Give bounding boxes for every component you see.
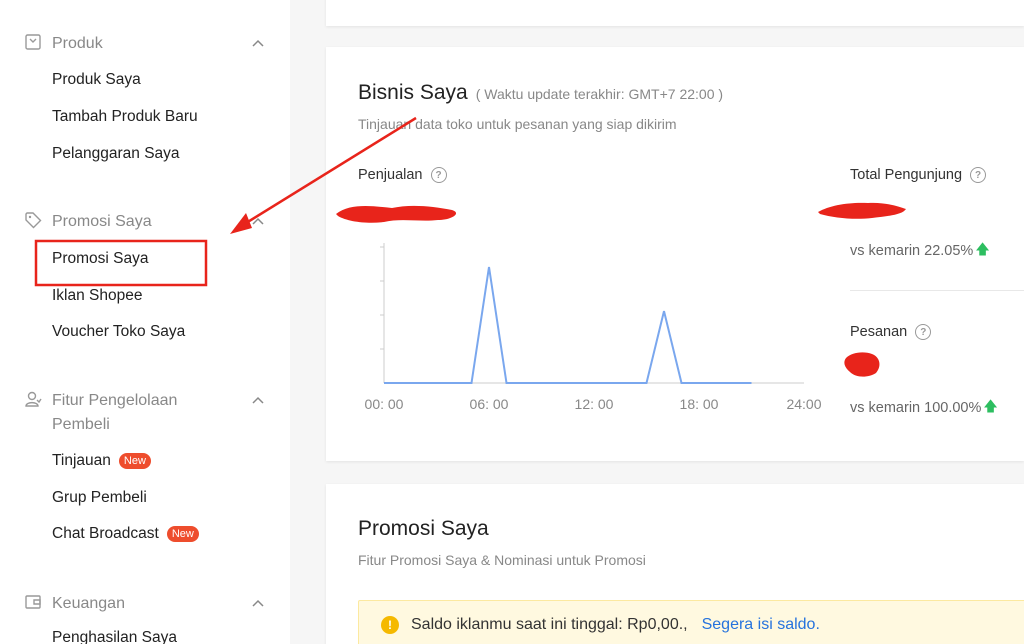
orders-change-text: vs kemarin 100.00%: [850, 400, 982, 416]
top-up-link[interactable]: Segera isi saldo.: [702, 616, 820, 634]
bisnis-header: Bisnis Saya ( Waktu update terakhir: GMT…: [358, 81, 723, 105]
bisnis-title: Bisnis Saya: [358, 81, 468, 104]
bisnis-saya-card: Bisnis Saya ( Waktu update terakhir: GMT…: [326, 47, 1024, 461]
sidebar-group-keuangan[interactable]: Keuangan: [24, 592, 266, 616]
promo-title: Promosi Saya: [358, 517, 489, 540]
sidebar-item-label: Iklan Shopee: [52, 287, 143, 304]
visitors-label: Total Pengunjung: [850, 167, 963, 183]
sales-chart: 00: 00 06: 00 12: 00 18: 00 24:00: [365, 243, 822, 412]
visitors-change-text: vs kemarin 22.05%: [850, 243, 974, 259]
sidebar-group-title: Promosi Saya: [52, 213, 152, 230]
update-time: ( Waktu update terakhir: GMT+7 22:00 ): [475, 86, 724, 102]
promosi-saya-card: Promosi Saya Fitur Promosi Saya & Nomina…: [326, 484, 1024, 644]
sidebar-item-promosi-saya[interactable]: Promosi Saya: [52, 248, 148, 270]
sidebar-item-tambah-produk[interactable]: Tambah Produk Baru: [52, 106, 198, 128]
sidebar-item-pelanggaran[interactable]: Pelanggaran Saya: [52, 143, 180, 165]
help-icon[interactable]: ?: [430, 167, 447, 183]
sidebar-item-label: Promosi Saya: [52, 250, 149, 267]
sales-series-line: [384, 266, 752, 384]
sidebar-item-penghasilan[interactable]: Penghasilan Saya: [52, 627, 177, 644]
sidebar-group-fitur-pembeli[interactable]: Fitur Pengelolaan Pembeli: [24, 389, 266, 437]
sidebar-item-label: Voucher Toko Saya: [52, 323, 186, 340]
alert-text: Saldo iklanmu saat ini tinggal: Rp0,00.,: [411, 616, 688, 633]
visitors-metric-label: Total Pengunjung ?: [850, 167, 987, 183]
promo-description: Fitur Promosi Saya & Nominasi untuk Prom…: [358, 552, 646, 568]
sidebar-group-title-line2: Pembeli: [52, 416, 110, 433]
x-tick-label: 00: 00: [365, 396, 404, 412]
sidebar-item-chat-broadcast[interactable]: Chat Broadcast New: [52, 523, 199, 545]
orders-change: vs kemarin 100.00% 🡅: [850, 396, 998, 420]
sidebar-item-label: Pelanggaran Saya: [52, 145, 180, 162]
sidebar-item-grup-pembeli[interactable]: Grup Pembeli: [52, 487, 147, 509]
warning-icon: !: [381, 616, 399, 634]
sidebar-group-title: Fitur Pengelolaan Pembeli: [52, 389, 250, 437]
x-tick-label: 18: 00: [680, 396, 719, 412]
sales-label: Penjualan: [358, 167, 423, 183]
top-card: [326, 0, 1024, 26]
sidebar-item-produk-saya[interactable]: Produk Saya: [52, 69, 141, 91]
sidebar-item-iklan-shopee[interactable]: Iklan Shopee: [52, 285, 143, 307]
new-badge: New: [118, 453, 151, 469]
bisnis-description: Tinjauan data toko untuk pesanan yang si…: [358, 116, 677, 132]
sidebar-item-label: Grup Pembeli: [52, 489, 147, 506]
chevron-up-icon[interactable]: [250, 214, 266, 230]
x-tick-label: 06: 00: [470, 396, 509, 412]
orders-metric-label: Pesanan ?: [850, 324, 932, 340]
x-tick-label: 12: 00: [575, 396, 614, 412]
help-icon[interactable]: ?: [970, 167, 987, 183]
chevron-up-icon[interactable]: [250, 393, 266, 409]
sidebar-item-label: Chat Broadcast: [52, 525, 159, 542]
chevron-up-icon[interactable]: [250, 36, 266, 52]
sidebar-group-title: Keuangan: [52, 595, 125, 612]
sidebar-group-promosi[interactable]: Promosi Saya: [24, 210, 266, 234]
sidebar-item-voucher-toko[interactable]: Voucher Toko Saya: [52, 321, 185, 343]
x-tick-label: 24:00: [786, 396, 821, 412]
help-icon[interactable]: ?: [915, 324, 932, 340]
sidebar-item-label: Produk Saya: [52, 71, 141, 88]
sidebar: Produk Produk Saya Tambah Produk Baru Pe…: [0, 0, 290, 644]
sales-metric-label: Penjualan ?: [358, 167, 447, 183]
divider: [850, 290, 1024, 291]
tag-icon: [25, 212, 42, 229]
orders-label: Pesanan: [850, 324, 908, 340]
sidebar-item-label: Tambah Produk Baru: [52, 108, 198, 125]
sidebar-group-title: Produk: [52, 35, 103, 52]
sidebar-group-title-line1: Fitur Pengelolaan: [52, 392, 178, 409]
visitors-change: vs kemarin 22.05% 🡅: [850, 239, 990, 263]
sidebar-group-produk[interactable]: Produk: [24, 32, 266, 56]
arrow-up-icon: 🡅: [983, 398, 998, 414]
balance-alert: ! Saldo iklanmu saat ini tinggal: Rp0,00…: [358, 600, 1024, 644]
chevron-up-icon[interactable]: [250, 596, 266, 612]
sidebar-item-tinjauan[interactable]: Tinjauan New: [52, 450, 151, 472]
new-badge: New: [166, 526, 199, 542]
wallet-icon: [25, 595, 41, 609]
arrow-up-icon: 🡅: [975, 241, 990, 257]
sidebar-item-label: Penghasilan Saya: [52, 629, 177, 644]
users-icon: [25, 391, 42, 407]
sidebar-item-label: Tinjauan: [52, 452, 111, 469]
box-icon: [25, 34, 41, 50]
